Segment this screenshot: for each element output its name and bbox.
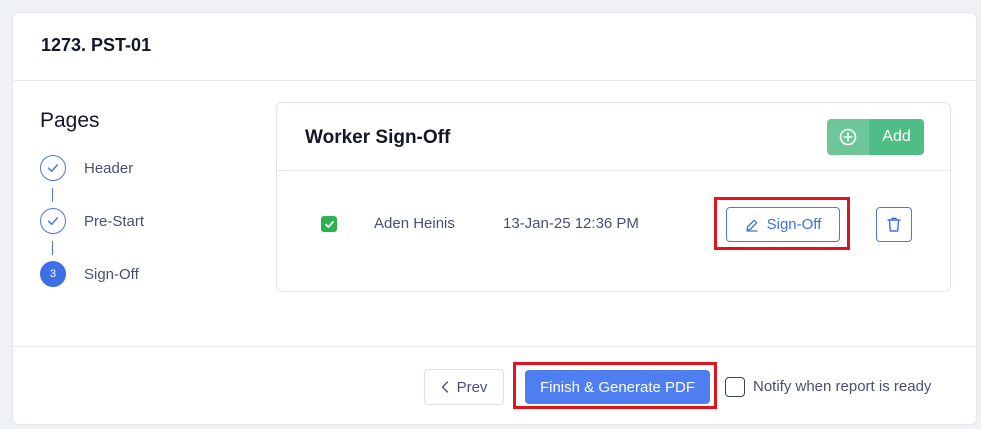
notify-label[interactable]: Notify when report is ready xyxy=(753,378,931,395)
panel-header: Worker Sign-Off Add xyxy=(277,103,950,171)
step-pre-start[interactable]: Pre-Start xyxy=(40,208,144,234)
pages-heading: Pages xyxy=(40,109,100,132)
delete-button[interactable] xyxy=(876,207,912,242)
signed-checkbox[interactable] xyxy=(321,216,337,232)
prev-button[interactable]: Prev xyxy=(424,369,504,405)
card-header: 1273. PST-01 xyxy=(13,13,976,81)
check-icon xyxy=(40,208,66,234)
chevron-left-icon xyxy=(441,381,449,393)
step-label: Header xyxy=(84,159,134,177)
panel-title: Worker Sign-Off xyxy=(305,127,451,148)
sign-off-button[interactable]: Sign-Off xyxy=(726,207,840,242)
table-row: Aden Heinis 13-Jan-25 12:36 PM Sign-Off xyxy=(277,193,950,255)
prev-button-label: Prev xyxy=(456,378,488,396)
step-number-badge: 3 xyxy=(40,261,66,287)
sign-off-button-label: Sign-Off xyxy=(766,216,822,233)
step-connector xyxy=(52,188,53,202)
signoff-timestamp: 13-Jan-25 12:36 PM xyxy=(503,215,639,232)
step-label: Sign-Off xyxy=(84,265,139,283)
add-button-label: Add xyxy=(869,119,924,155)
add-button[interactable]: Add xyxy=(827,119,924,155)
page-title: 1273. PST-01 xyxy=(41,35,152,55)
worker-signoff-panel: Worker Sign-Off Add Aden Heinis 13-Jan-2… xyxy=(276,102,951,292)
check-icon xyxy=(40,155,66,181)
step-header[interactable]: Header xyxy=(40,155,133,181)
finish-generate-pdf-button[interactable]: Finish & Generate PDF xyxy=(525,370,710,404)
pencil-icon xyxy=(745,218,759,232)
step-connector xyxy=(52,241,53,255)
step-label: Pre-Start xyxy=(84,212,145,230)
report-card: 1273. PST-01 Pages Header Pre-Start 3 Si… xyxy=(12,12,977,425)
trash-icon xyxy=(886,216,902,233)
plus-circle-icon xyxy=(827,119,869,155)
worker-name: Aden Heinis xyxy=(374,215,455,232)
step-sign-off[interactable]: 3 Sign-Off xyxy=(40,261,139,287)
footer-divider xyxy=(13,346,976,347)
notify-checkbox[interactable] xyxy=(725,377,745,397)
